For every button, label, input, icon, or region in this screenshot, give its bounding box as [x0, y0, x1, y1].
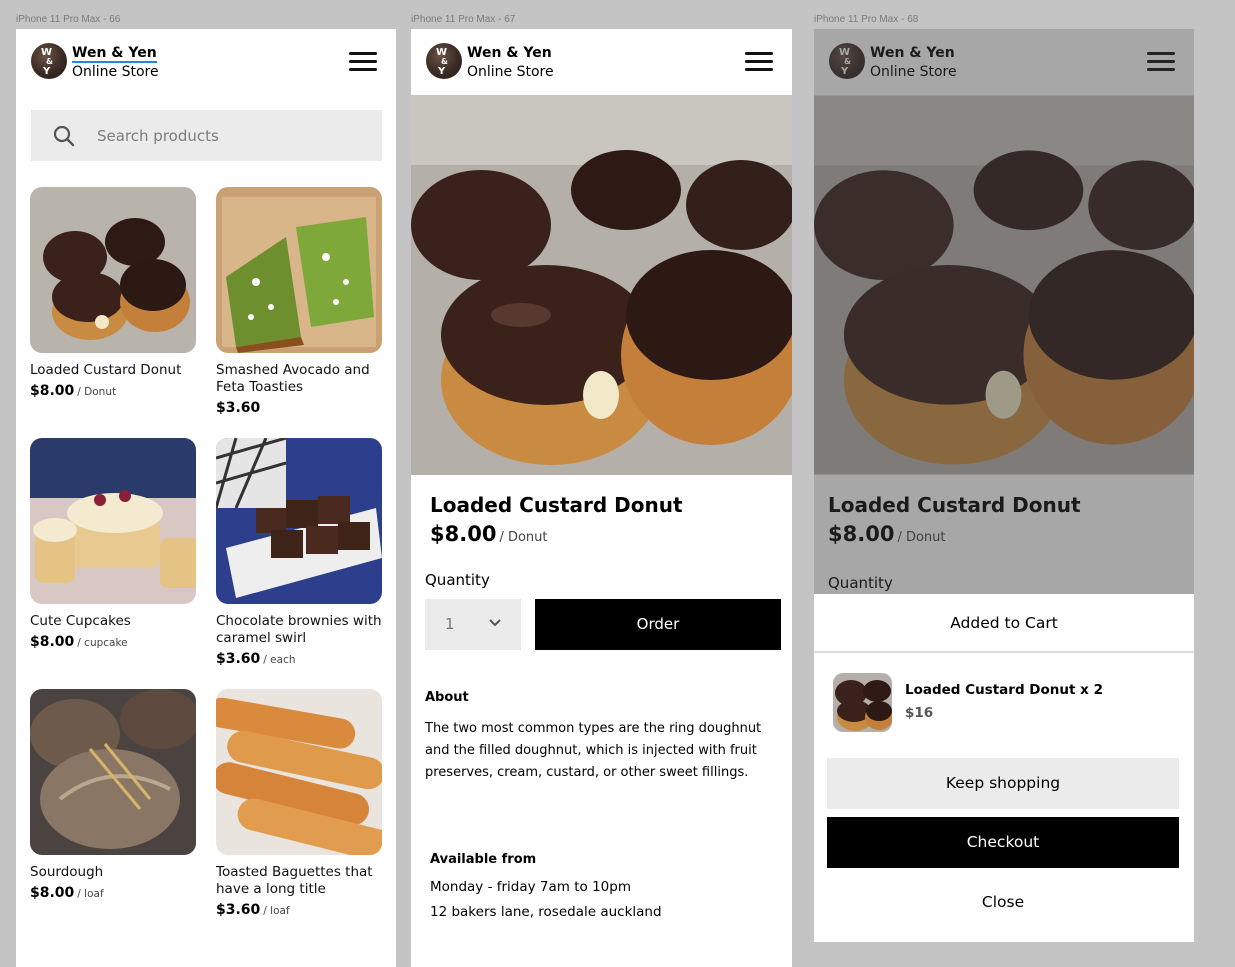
keep-shopping-button[interactable]: Keep shopping: [827, 758, 1179, 809]
product-name[interactable]: Sourdough: [30, 864, 196, 881]
product-price: $8.00/ cupcake: [30, 634, 128, 650]
store-logo[interactable]: W & Y: [31, 43, 67, 79]
product-price: $8.00/ Donut: [30, 383, 117, 399]
brand-name[interactable]: Wen & Yen Online Store: [72, 44, 159, 82]
app-header: W & Y Wen & Yen Online Store: [411, 29, 792, 95]
quantity-label: Quantity: [425, 571, 490, 589]
search-input[interactable]: Search products: [31, 110, 382, 161]
product-name[interactable]: Cute Cupcakes: [30, 613, 196, 630]
cart-item-price: $16: [905, 705, 934, 721]
product-price: $3.60/ loaf: [216, 902, 290, 918]
brand-subtitle: Online Store: [72, 64, 159, 80]
frame-label-cart: iPhone 11 Pro Max - 68: [814, 14, 919, 25]
product-image-cupcakes[interactable]: [30, 438, 196, 604]
product-list-screen: W & Y Wen & Yen Online Store Search prod…: [16, 29, 396, 967]
available-heading: Available from: [430, 852, 537, 867]
product-price: $3.60/ each: [216, 651, 296, 667]
added-to-cart-sheet: Added to Cart Loaded Custard Donut x 2 $…: [814, 594, 1194, 942]
brand-title-link[interactable]: Wen & Yen: [72, 45, 157, 63]
cart-item-image: [833, 673, 892, 732]
store-logo[interactable]: W & Y: [426, 43, 462, 79]
available-address: 12 bakers lane, rosedale auckland: [430, 904, 662, 920]
chevron-down-icon: [489, 619, 501, 627]
search-placeholder: Search products: [97, 127, 219, 145]
product-image-brownies[interactable]: [216, 438, 382, 604]
product-name[interactable]: Chocolate brownies with caramel swirl: [216, 613, 382, 647]
product-name[interactable]: Smashed Avocado and Feta Toasties: [216, 362, 382, 396]
available-hours: Monday - friday 7am to 10pm: [430, 879, 631, 895]
product-detail-screen: W & Y Wen & Yen Online Store Loaded Cust…: [411, 29, 792, 967]
product-card[interactable]: Sourdough $8.00/ loaf: [30, 689, 196, 901]
product-card[interactable]: Toasted Baguettes that have a long title…: [216, 689, 382, 918]
close-button[interactable]: Close: [827, 884, 1179, 920]
product-hero-image: [411, 95, 792, 475]
frame-label-detail: iPhone 11 Pro Max - 67: [411, 14, 516, 25]
product-card[interactable]: Loaded Custard Donut $8.00/ Donut: [30, 187, 196, 399]
product-price: $3.60: [216, 400, 261, 416]
product-name[interactable]: Toasted Baguettes that have a long title: [216, 864, 382, 898]
brand-title: Wen & Yen: [467, 45, 552, 61]
product-title: Loaded Custard Donut: [430, 493, 683, 517]
added-to-cart-screen: W & Y Wen & Yen Online Store Loaded Cust…: [814, 29, 1194, 942]
product-card[interactable]: Cute Cupcakes $8.00/ cupcake: [30, 438, 196, 650]
product-name[interactable]: Loaded Custard Donut: [30, 362, 196, 379]
about-heading: About: [425, 690, 469, 705]
about-text: The two most common types are the ring d…: [425, 721, 762, 780]
product-price: $8.00/ loaf: [30, 885, 104, 901]
order-button[interactable]: Order: [535, 599, 781, 650]
app-header: W & Y Wen & Yen Online Store: [16, 29, 396, 95]
hamburger-menu-icon[interactable]: [349, 52, 377, 72]
product-image-sourdough[interactable]: [30, 689, 196, 855]
product-price: $8.00/ Donut: [430, 522, 548, 546]
modal-backdrop[interactable]: [814, 29, 1194, 594]
sheet-title: Added to Cart: [814, 594, 1194, 653]
quantity-value: 1: [445, 615, 455, 633]
hamburger-menu-icon[interactable]: [745, 52, 773, 72]
product-image-donut[interactable]: [30, 187, 196, 353]
quantity-select[interactable]: 1: [425, 599, 521, 650]
product-card[interactable]: Chocolate brownies with caramel swirl $3…: [216, 438, 382, 667]
checkout-button[interactable]: Checkout: [827, 817, 1179, 868]
product-image-baguettes[interactable]: [216, 689, 382, 855]
product-card[interactable]: Smashed Avocado and Feta Toasties $3.60: [216, 187, 382, 416]
brand-subtitle: Online Store: [467, 64, 554, 80]
search-icon: [53, 125, 75, 147]
cart-item-name: Loaded Custard Donut x 2: [905, 682, 1103, 698]
frame-label-list: iPhone 11 Pro Max - 66: [16, 14, 121, 25]
brand-name[interactable]: Wen & Yen Online Store: [467, 44, 554, 82]
product-image-avocado-toast[interactable]: [216, 187, 382, 353]
